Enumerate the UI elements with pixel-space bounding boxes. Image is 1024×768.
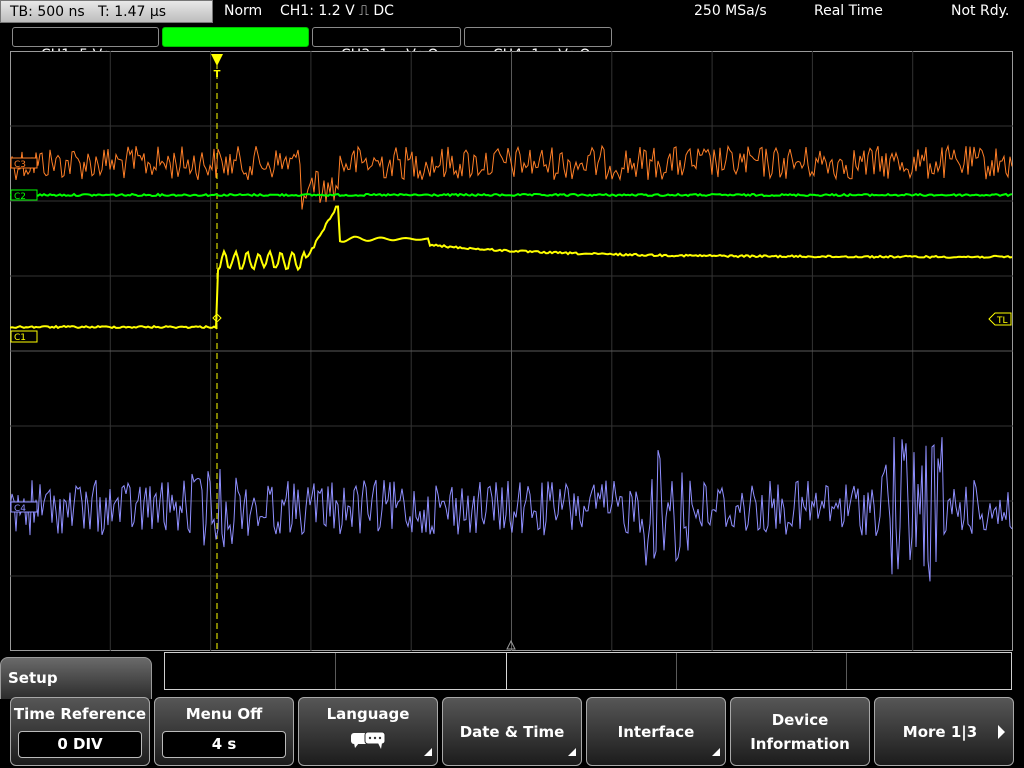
menu-tab-label: Setup bbox=[8, 669, 58, 687]
time-reference-value: 0 DIV bbox=[18, 731, 142, 758]
interface-label: Interface bbox=[617, 723, 695, 741]
date-time-label: Date & Time bbox=[459, 723, 565, 741]
interface-softkey[interactable]: Interface bbox=[586, 697, 726, 766]
menu-off-softkey[interactable]: Menu Off 4 s bbox=[154, 697, 294, 766]
svg-text:TL: TL bbox=[996, 316, 1008, 326]
svg-text:C2: C2 bbox=[14, 192, 26, 202]
status-bar: TB: 500 ns T: 1.47 µs Norm CH1: 1.2 V ⎍ … bbox=[0, 0, 1024, 24]
menu-off-value: 4 s bbox=[162, 731, 286, 758]
device-information-label: Device bbox=[771, 711, 829, 729]
time-reference-softkey[interactable]: Time Reference 0 DIV bbox=[10, 697, 150, 766]
time-reference-label: Time Reference bbox=[13, 705, 147, 723]
svg-text:C1: C1 bbox=[14, 333, 26, 343]
ch3-offset-marker[interactable]: C3 bbox=[10, 157, 38, 170]
ch1-offset-marker[interactable]: C1 bbox=[10, 330, 38, 343]
trigger-setting[interactable]: CH1: 1.2 V ⎍ DC bbox=[280, 3, 394, 19]
ch4-offset-marker[interactable]: C4 bbox=[10, 501, 38, 514]
more-softkey[interactable]: More 1|3 bbox=[874, 697, 1014, 766]
acquisition-mode: Real Time bbox=[814, 3, 883, 19]
menu-off-label: Menu Off bbox=[185, 705, 263, 723]
submenu-corner-icon bbox=[568, 748, 576, 756]
sample-rate: 250 MSa/s bbox=[694, 3, 767, 19]
more-label: More 1|3 bbox=[902, 723, 978, 741]
language-label: Language bbox=[326, 705, 410, 723]
channel-tab-ch4[interactable]: CH4: 1 mV≅Ω bbox=[464, 27, 612, 63]
channel-tab-ch1[interactable]: CH1: 5 V≅ bbox=[12, 27, 159, 63]
timebase-value: TB: 500 ns bbox=[10, 4, 85, 20]
trigger-time-value: T: 1.47 µs bbox=[98, 4, 167, 20]
speech-bubbles-icon bbox=[351, 731, 386, 749]
timebase-box[interactable]: TB: 500 ns T: 1.47 µs bbox=[0, 0, 213, 23]
svg-text:C4: C4 bbox=[14, 504, 26, 514]
svg-text:T: T bbox=[214, 69, 221, 80]
language-softkey[interactable]: Language bbox=[298, 697, 438, 766]
menu-tab-setup[interactable]: Setup bbox=[0, 657, 152, 699]
overview-strip bbox=[164, 652, 1012, 690]
waveform-display[interactable]: T C3 C2 C1 C4 TL bbox=[10, 51, 1013, 651]
channel-tab-ch2[interactable]: CH2: 20 mV≅Ω bbox=[162, 27, 309, 63]
submenu-corner-icon bbox=[712, 748, 720, 756]
right-arrow-icon bbox=[998, 725, 1005, 739]
trigger-mode[interactable]: Norm bbox=[224, 3, 262, 19]
date-time-softkey[interactable]: Date & Time bbox=[442, 697, 582, 766]
device-information-softkey[interactable]: Device Information bbox=[730, 697, 870, 766]
device-information-label-2: Information bbox=[750, 735, 850, 753]
channel-tab-ch3[interactable]: CH3: 1 mV≅Ω bbox=[312, 27, 461, 63]
acquisition-state: Not Rdy. bbox=[951, 3, 1010, 19]
submenu-corner-icon bbox=[424, 748, 432, 756]
svg-text:C3: C3 bbox=[14, 160, 26, 170]
ch2-offset-marker[interactable]: C2 bbox=[10, 189, 38, 202]
